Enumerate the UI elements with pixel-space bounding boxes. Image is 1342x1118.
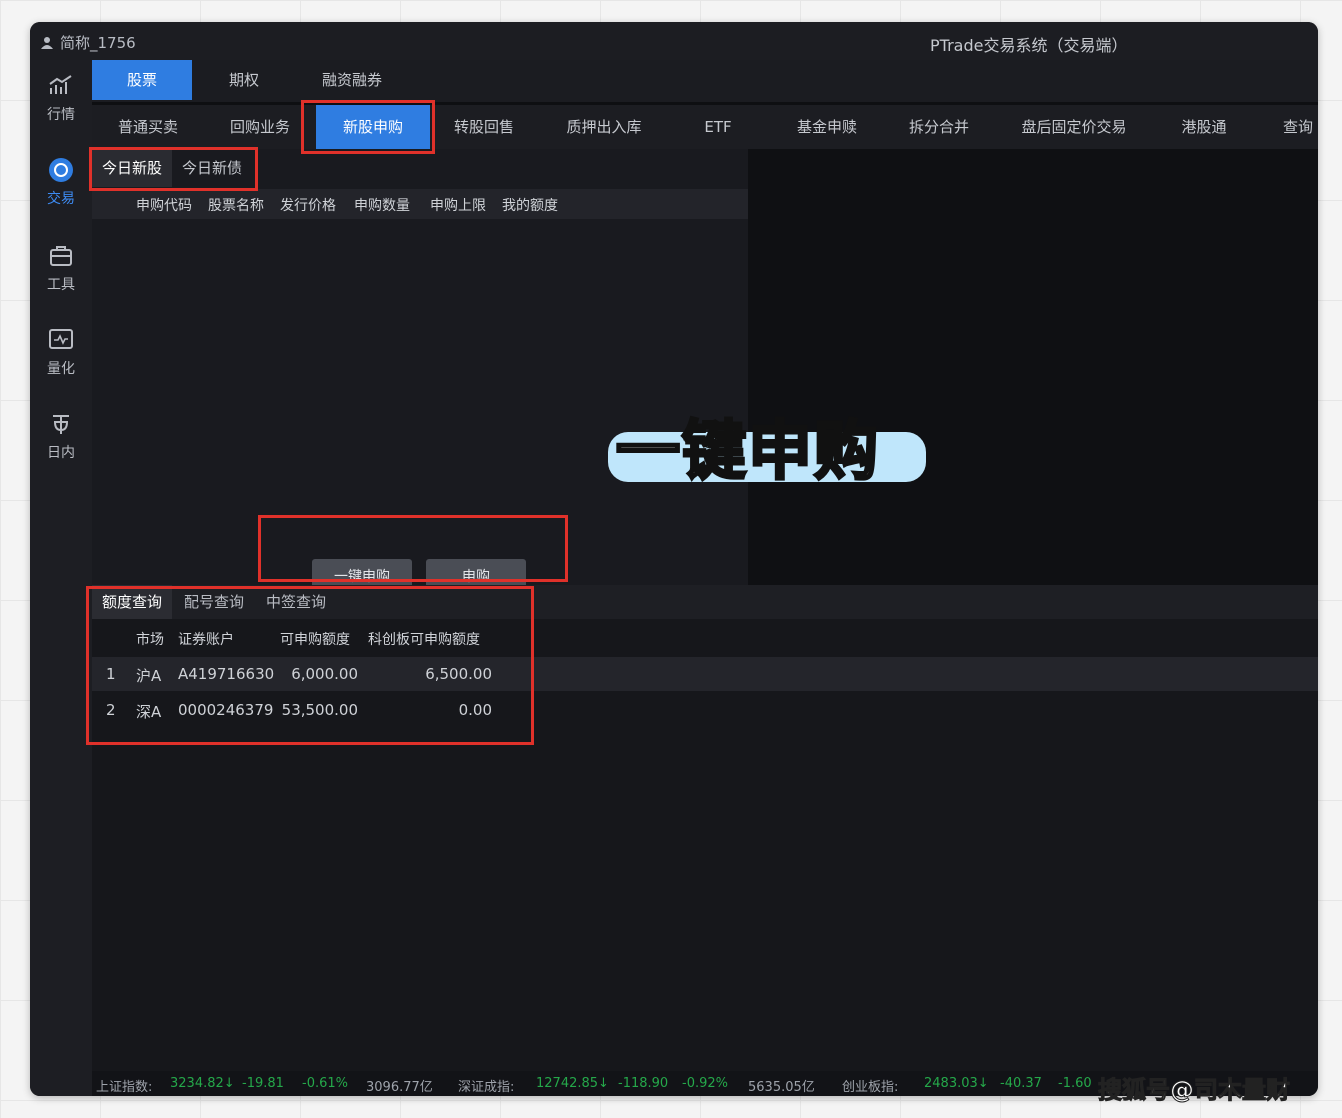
subtab-repo[interactable]: 回购业务 xyxy=(214,105,306,149)
highlight-buttons xyxy=(258,515,568,582)
quant-icon xyxy=(49,329,73,349)
sh-index-pct: -0.61% xyxy=(302,1076,348,1091)
sidebar-item-intraday[interactable]: 日内 xyxy=(30,410,92,462)
window-title: PTrade交易系统（交易端） xyxy=(930,36,1128,55)
subtab-etf[interactable]: ETF xyxy=(688,105,748,149)
sz-index-change: -118.90 xyxy=(618,1076,669,1091)
highlight-quota-table xyxy=(86,586,534,745)
subtab-pledge[interactable]: 质押出入库 xyxy=(554,105,654,149)
subtab-convert-putback[interactable]: 转股回售 xyxy=(438,105,530,149)
cy-index-label: 创业板指: xyxy=(842,1080,899,1095)
sidebar-item-tools[interactable]: 工具 xyxy=(30,242,92,294)
user-icon xyxy=(41,36,53,49)
subtab-after-hours[interactable]: 盘后固定价交易 xyxy=(1004,105,1144,149)
chart-icon xyxy=(49,75,72,94)
sidebar-label: 日内 xyxy=(47,445,75,461)
highlight-ipo-tab xyxy=(301,100,435,154)
subtab-split-merge[interactable]: 拆分合并 xyxy=(894,105,984,149)
intraday-icon xyxy=(53,415,69,434)
sidebar-label: 交易 xyxy=(47,191,75,207)
subtab-normal-trade[interactable]: 普通买卖 xyxy=(102,105,194,149)
user-name: 简称_1756 xyxy=(60,34,136,52)
col-quantity: 申购数量 xyxy=(354,198,410,214)
subtab-query[interactable]: 查询 xyxy=(1278,105,1318,149)
col-my-quota: 我的额度 xyxy=(502,198,558,214)
subtab-hk-connect[interactable]: 港股通 xyxy=(1164,105,1244,149)
cy-index-change: -40.37 xyxy=(1000,1076,1042,1091)
sidebar-label: 量化 xyxy=(47,361,75,377)
subtab-fund-subscribe[interactable]: 基金申赎 xyxy=(782,105,872,149)
user-info: 简称_1756 xyxy=(40,32,136,53)
cy-index-pct: -1.60 xyxy=(1058,1076,1092,1091)
sh-index-label: 上证指数: xyxy=(96,1080,153,1095)
tab-options[interactable]: 期权 xyxy=(194,60,294,100)
main-tabs: 股票 期权 融资融券 xyxy=(92,60,1318,105)
col-limit: 申购上限 xyxy=(430,198,486,214)
col-code: 申购代码 xyxy=(136,198,192,214)
sh-index-value: 3234.82↓ xyxy=(170,1076,235,1091)
sidebar-item-trade[interactable]: 交易 xyxy=(30,156,92,208)
sh-index-amount: 3096.77亿 xyxy=(366,1080,433,1095)
sidebar-item-market[interactable]: 行情 xyxy=(30,72,92,124)
sz-index-amount: 5635.05亿 xyxy=(748,1080,815,1095)
cy-index-value: 2483.03↓ xyxy=(924,1076,989,1091)
sz-index-label: 深证成指: xyxy=(458,1080,515,1095)
tab-stocks[interactable]: 股票 xyxy=(92,60,192,100)
sh-index-change: -19.81 xyxy=(242,1076,284,1091)
detail-pane xyxy=(748,149,1318,585)
title-bar: 简称_1756 PTrade交易系统（交易端） xyxy=(30,22,1318,60)
sz-index-value: 12742.85↓ xyxy=(536,1076,609,1091)
sidebar-label: 工具 xyxy=(47,277,75,293)
sub-tabs: 普通买卖 回购业务 新股申购 转股回售 质押出入库 ETF 基金申赎 拆分合并 … xyxy=(92,105,1318,149)
trade-icon xyxy=(49,158,73,182)
overlay-title: 一键申购 xyxy=(615,414,880,491)
sidebar-label: 行情 xyxy=(47,107,75,123)
toolbox-icon xyxy=(50,246,72,266)
highlight-today-tabs xyxy=(89,147,258,191)
watermark: 搜狐号@司木量财 xyxy=(1098,1076,1291,1105)
sidebar-item-quant[interactable]: 量化 xyxy=(30,326,92,378)
sz-index-pct: -0.92% xyxy=(682,1076,728,1091)
col-name: 股票名称 xyxy=(208,198,264,214)
col-price: 发行价格 xyxy=(280,198,336,214)
ipo-table-header: 申购代码 股票名称 发行价格 申购数量 申购上限 我的额度 xyxy=(92,189,748,219)
tab-margin[interactable]: 融资融券 xyxy=(302,60,402,100)
sidebar: 行情 交易 工具 量化 日内 xyxy=(30,60,92,1096)
